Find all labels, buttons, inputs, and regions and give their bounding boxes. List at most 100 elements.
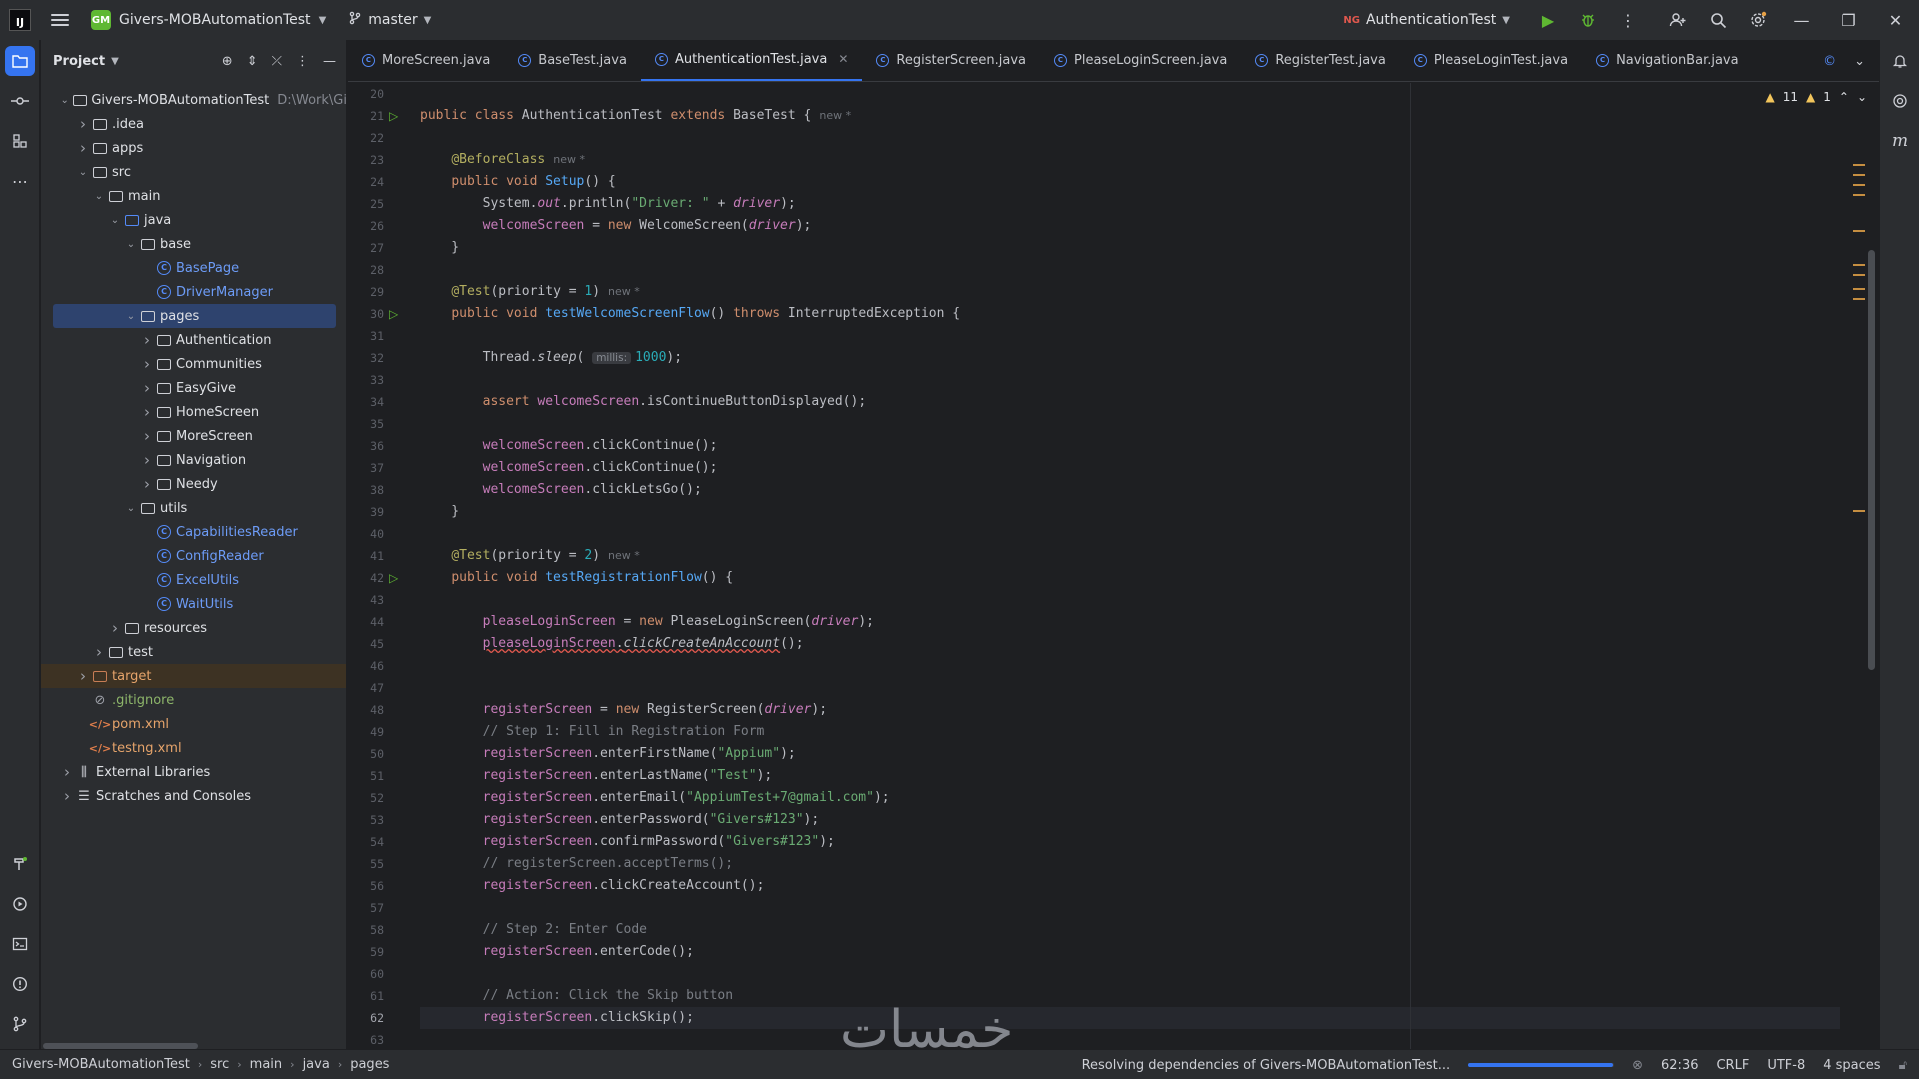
options-icon[interactable]: ⋮ [296,54,309,69]
structure-icon[interactable] [5,126,35,156]
chevron-down-icon[interactable]: ⌄ [123,239,139,250]
run-icon[interactable]: ▶ [1528,0,1568,40]
caret-position[interactable]: 62:36 [1661,1058,1698,1073]
chevron-down-icon[interactable]: ⌄ [75,167,91,178]
breadcrumb-item[interactable]: Givers-MOBAutomationTest [12,1057,190,1072]
hide-panel-icon[interactable]: — [323,54,336,69]
previous-highlight-icon[interactable]: ⌃ [1839,90,1849,104]
code-editor[interactable]: public class AuthenticationTest extends … [420,83,1840,1049]
tree-item-pages[interactable]: ⌄ pages [53,304,336,328]
chevron-right-icon[interactable]: › [75,667,91,685]
tree-item-authentication[interactable]: › Authentication [41,328,346,352]
main-menu-button[interactable] [51,11,69,29]
chevron-right-icon[interactable]: › [75,115,91,133]
tab-registerscreen-java[interactable]: C RegisterScreen.java [862,40,1040,81]
tab-navigationbar-java[interactable]: C NavigationBar.java [1582,40,1753,81]
tree-item-easygive[interactable]: › EasyGive [41,376,346,400]
class-tab-icon[interactable]: © [1823,54,1836,69]
tree-item-test[interactable]: › test [41,640,346,664]
tree-item-homescreen[interactable]: › HomeScreen [41,400,346,424]
maven-icon[interactable]: m [1885,126,1915,156]
next-highlight-icon[interactable]: ⌄ [1857,90,1867,104]
commit-icon[interactable] [5,86,35,116]
indent-setting[interactable]: 4 spaces [1823,1058,1880,1073]
tree-item-waitutils[interactable]: C WaitUtils [41,592,346,616]
ai-assistant-icon[interactable] [1885,86,1915,116]
locate-file-icon[interactable]: ⊕ [222,54,233,69]
tree-item-drivermanager[interactable]: C DriverManager [41,280,346,304]
file-encoding[interactable]: UTF-8 [1767,1058,1805,1073]
collapse-all-icon[interactable]: ⤫ [272,54,282,69]
chevron-right-icon[interactable]: › [139,451,155,469]
minimize-button[interactable]: — [1778,0,1825,40]
terminal-icon[interactable] [5,929,35,959]
tree-item-navigation[interactable]: › Navigation [41,448,346,472]
problems-icon[interactable] [5,969,35,999]
run-config-selector[interactable]: NG AuthenticationTest ▼ [1343,12,1510,28]
tree-item-resources[interactable]: › resources [41,616,346,640]
tree-item-main[interactable]: ⌄ main [41,184,346,208]
tree-item-morescreen[interactable]: › MoreScreen [41,424,346,448]
run-test-gutter-icon[interactable]: ▷ [389,567,403,589]
chevron-down-icon[interactable]: ⌄ [107,215,123,226]
git-icon[interactable] [5,1009,35,1039]
tree-item-java[interactable]: ⌄ java [41,208,346,232]
tree-item-scratches-and-consoles[interactable]: › ☰ Scratches and Consoles [41,784,346,808]
line-number-gutter[interactable]: 20 21 ▷ 22 23 24 25 26 27 28 29 30 ▷ 31 32 33 34 35 36 37 38… [348,83,420,1049]
chevron-right-icon[interactable]: › [139,403,155,421]
tab-basetest-java[interactable]: C BaseTest.java [504,40,641,81]
tree-item-external-libraries[interactable]: › ⫼ External Libraries [41,760,346,784]
chevron-down-icon[interactable]: ⌄ [57,95,72,106]
expand-all-icon[interactable]: ⇕ [247,54,258,69]
chevron-right-icon[interactable]: › [107,619,123,637]
chevron-right-icon[interactable]: › [75,139,91,157]
branch-switcher[interactable]: master ▼ [348,11,431,29]
tab-registertest-java[interactable]: C RegisterTest.java [1241,40,1400,81]
notifications-bell-icon[interactable] [1885,46,1915,76]
chevron-right-icon[interactable]: › [91,643,107,661]
tree-item-gitignore[interactable]: ⊘ .gitignore [41,688,346,712]
tabs-dropdown-icon[interactable]: ⌄ [1854,54,1865,69]
build-hammer-icon[interactable] [5,849,35,879]
chevron-right-icon[interactable]: › [59,787,75,805]
chevron-right-icon[interactable]: › [139,475,155,493]
tree-item-capabilitiesreader[interactable]: C CapabilitiesReader [41,520,346,544]
project-view-selector[interactable]: Project ▼ [53,54,119,69]
inspection-widget[interactable]: ▲ 11 ▲ 1 ⌃ ⌄ [1765,90,1867,104]
tab-morescreen-java[interactable]: C MoreScreen.java [348,40,504,81]
services-icon[interactable] [5,889,35,919]
tree-item-needy[interactable]: › Needy [41,472,346,496]
chevron-right-icon[interactable]: › [139,331,155,349]
tree-item-basepage[interactable]: C BasePage [41,256,346,280]
project-tool-icon[interactable] [5,46,35,76]
chevron-right-icon[interactable]: › [139,355,155,373]
breadcrumb-item[interactable]: src [210,1057,229,1072]
chevron-right-icon[interactable]: › [139,427,155,445]
more-actions-icon[interactable]: ⋮ [1608,0,1648,40]
tree-item-communities[interactable]: › Communities [41,352,346,376]
tab-authenticationtest-java[interactable]: C AuthenticationTest.java ✕ [640,40,863,81]
tree-item-givers-mobautomationtest[interactable]: ⌄ Givers-MOBAutomationTest D:\Work\Gi [41,88,346,112]
add-user-icon[interactable] [1658,0,1698,40]
tree-item-utils[interactable]: ⌄ utils [41,496,346,520]
debug-icon[interactable] [1568,0,1608,40]
run-test-gutter-icon[interactable]: ▷ [389,303,403,325]
tree-item-src[interactable]: ⌄ src [41,160,346,184]
background-task-text[interactable]: Resolving dependencies of Givers-MOBAuto… [1082,1058,1451,1073]
cancel-task-icon[interactable]: ⊗ [1632,1058,1643,1073]
tree-item-idea[interactable]: › .idea [41,112,346,136]
breadcrumb-item[interactable]: main [250,1057,282,1072]
breadcrumb-item[interactable]: java [303,1057,330,1072]
tab-pleaselogintest-java[interactable]: C PleaseLoginTest.java [1400,40,1582,81]
tree-item-base[interactable]: ⌄ base [41,232,346,256]
restore-button[interactable]: ❐ [1825,0,1872,40]
project-switcher[interactable]: GM Givers-MOBAutomationTest ▼ [91,10,326,30]
chevron-down-icon[interactable]: ⌄ [123,503,139,514]
tree-item-target[interactable]: › target [41,664,346,688]
tree-item-configreader[interactable]: C ConfigReader [41,544,346,568]
line-separator[interactable]: CRLF [1716,1058,1749,1073]
tree-item-pom-xml[interactable]: </> pom.xml [41,712,346,736]
vertical-scrollbar[interactable] [1868,250,1875,670]
settings-gear-icon[interactable] [1738,0,1778,40]
read-only-lock-icon[interactable]: 🔓︎ [1899,1058,1907,1073]
